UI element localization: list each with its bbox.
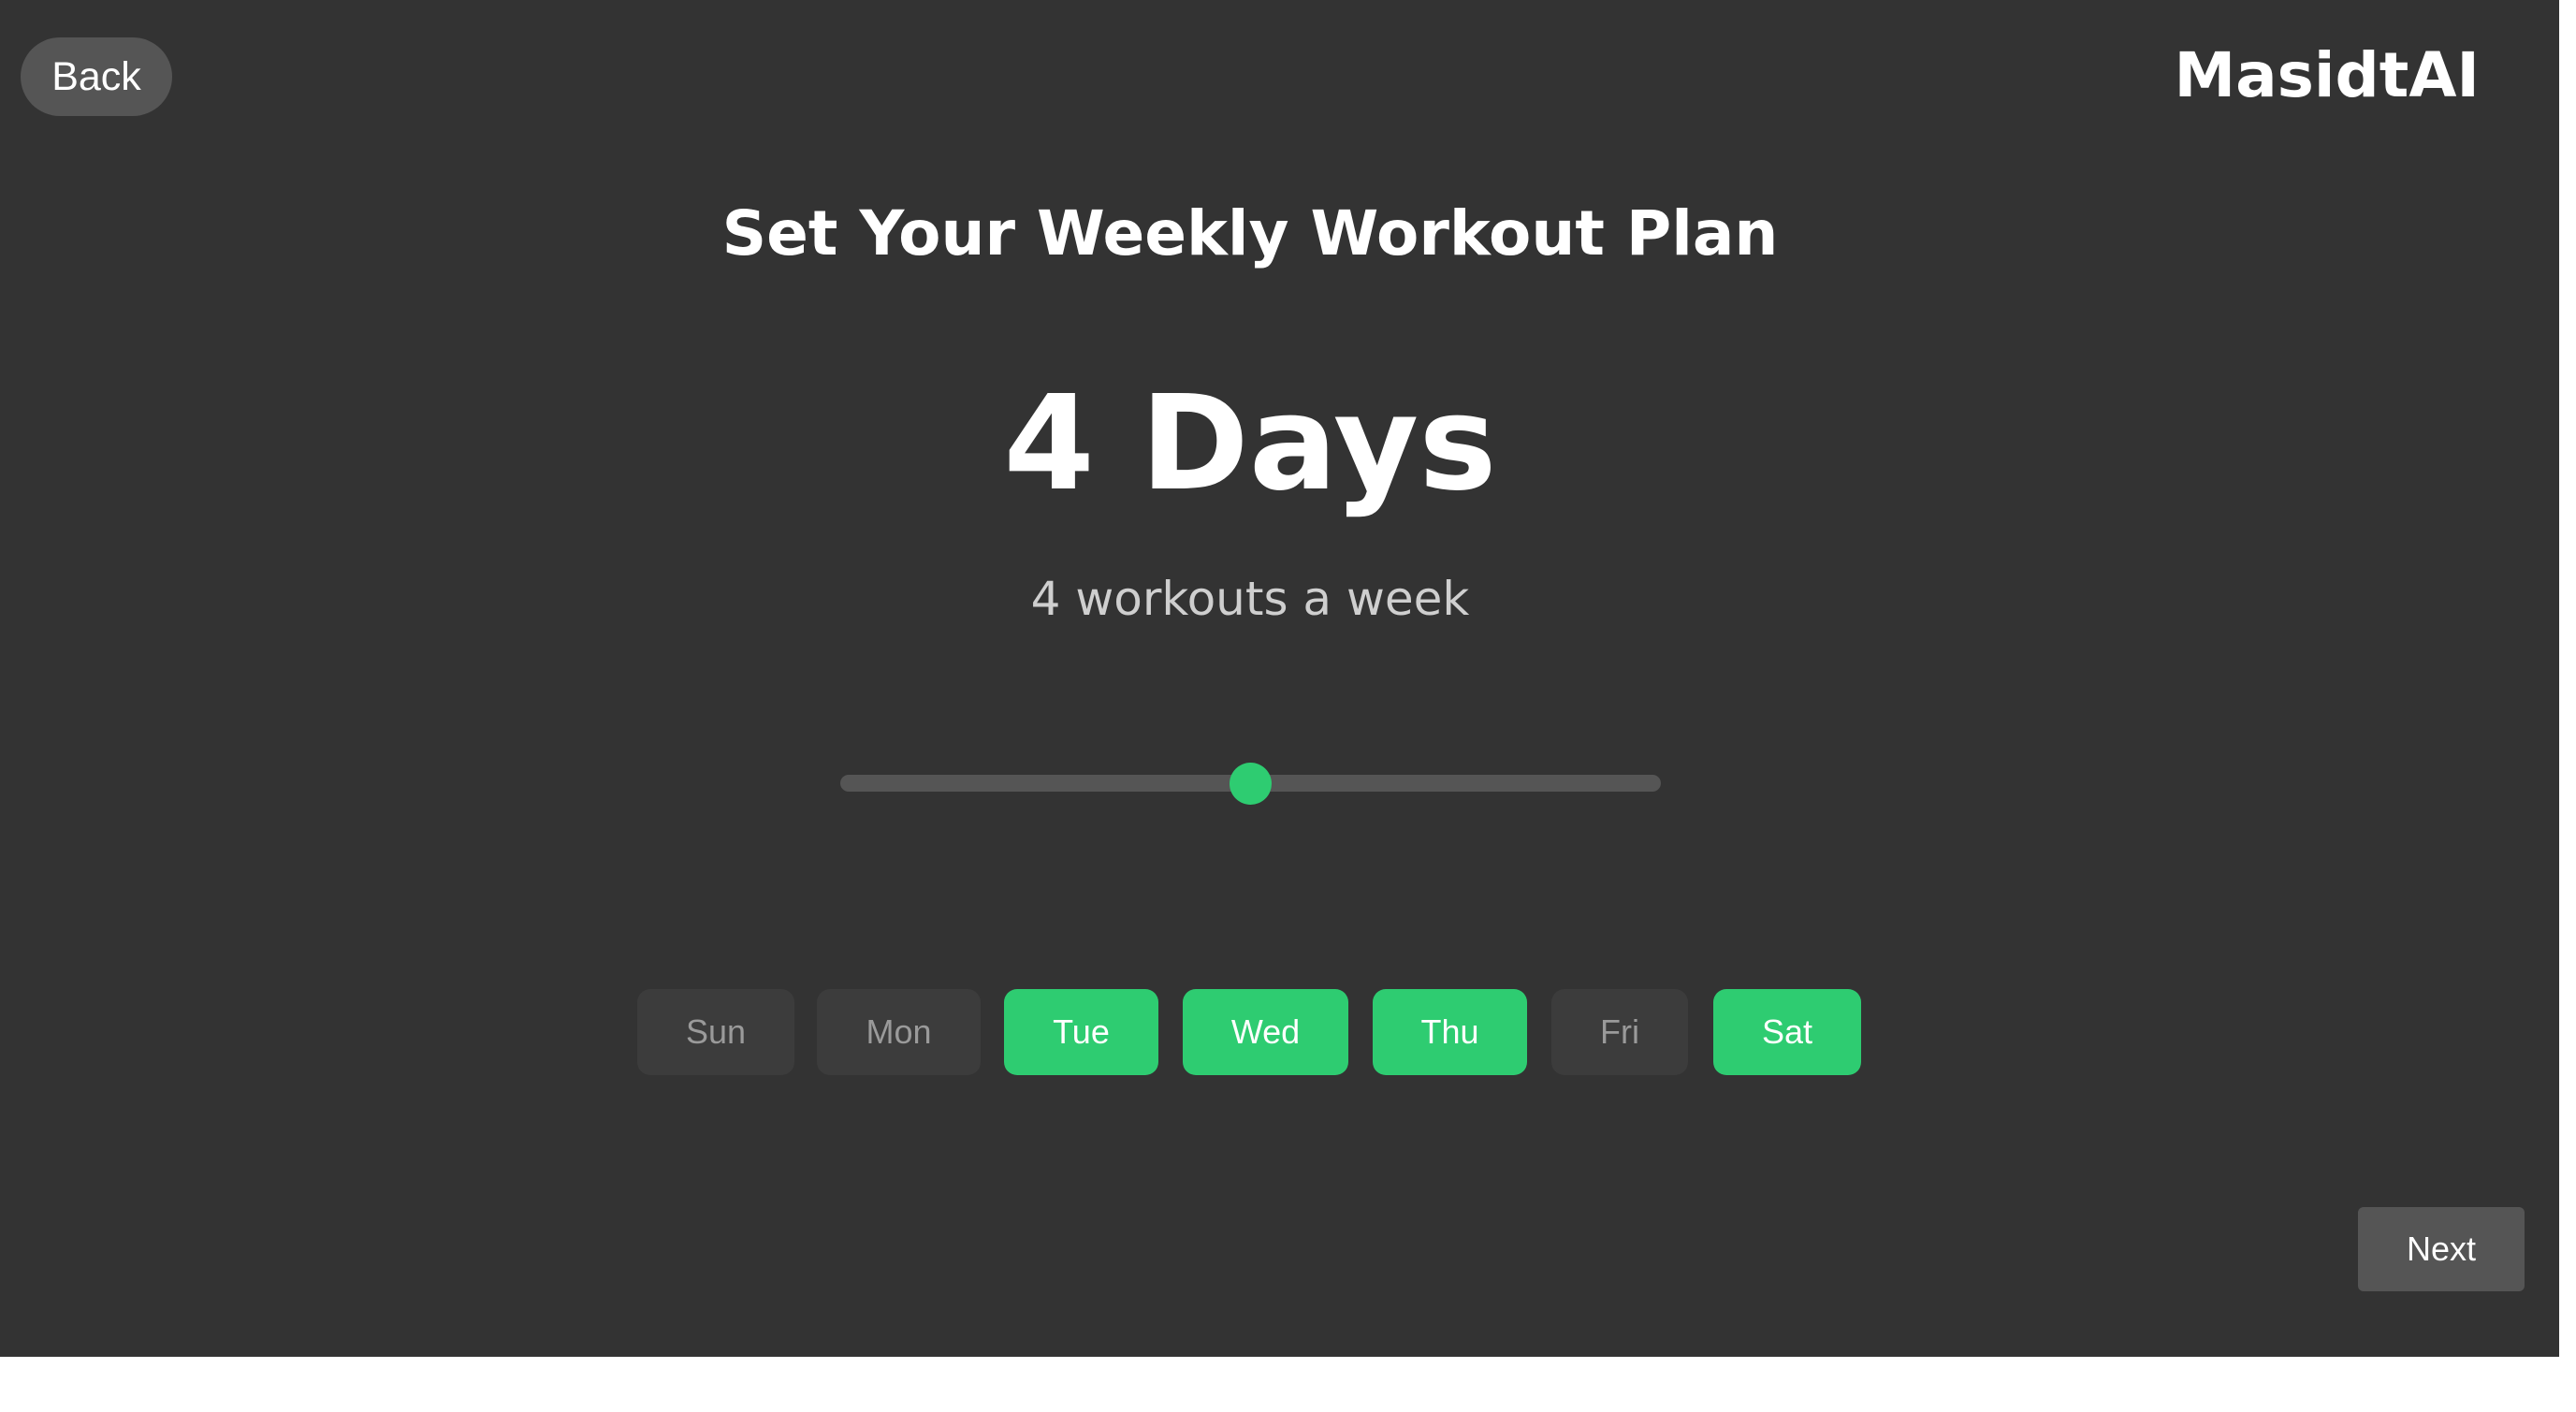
- day-button-mon[interactable]: Mon: [817, 989, 981, 1075]
- back-button[interactable]: Back: [21, 37, 172, 116]
- workouts-per-week-label: 4 workouts a week: [1030, 572, 1470, 626]
- page-title: Set Your Weekly Workout Plan: [721, 197, 1779, 269]
- day-button-wed[interactable]: Wed: [1183, 989, 1348, 1075]
- days-count: 4 Days: [1003, 368, 1497, 520]
- day-button-fri[interactable]: Fri: [1551, 989, 1688, 1075]
- day-button-tue[interactable]: Tue: [1004, 989, 1158, 1075]
- app-screen: Back MasidtAI Set Your Weekly Workout Pl…: [0, 0, 2559, 1357]
- brand-logo: MasidtAI: [2174, 39, 2480, 111]
- day-button-sat[interactable]: Sat: [1713, 989, 1861, 1075]
- day-button-sun[interactable]: Sun: [637, 989, 794, 1075]
- days-slider-thumb[interactable]: [1230, 763, 1272, 805]
- day-button-thu[interactable]: Thu: [1373, 989, 1527, 1075]
- next-button[interactable]: Next: [2358, 1207, 2525, 1291]
- day-selector: Sun Mon Tue Wed Thu Fri Sat: [0, 989, 2559, 1075]
